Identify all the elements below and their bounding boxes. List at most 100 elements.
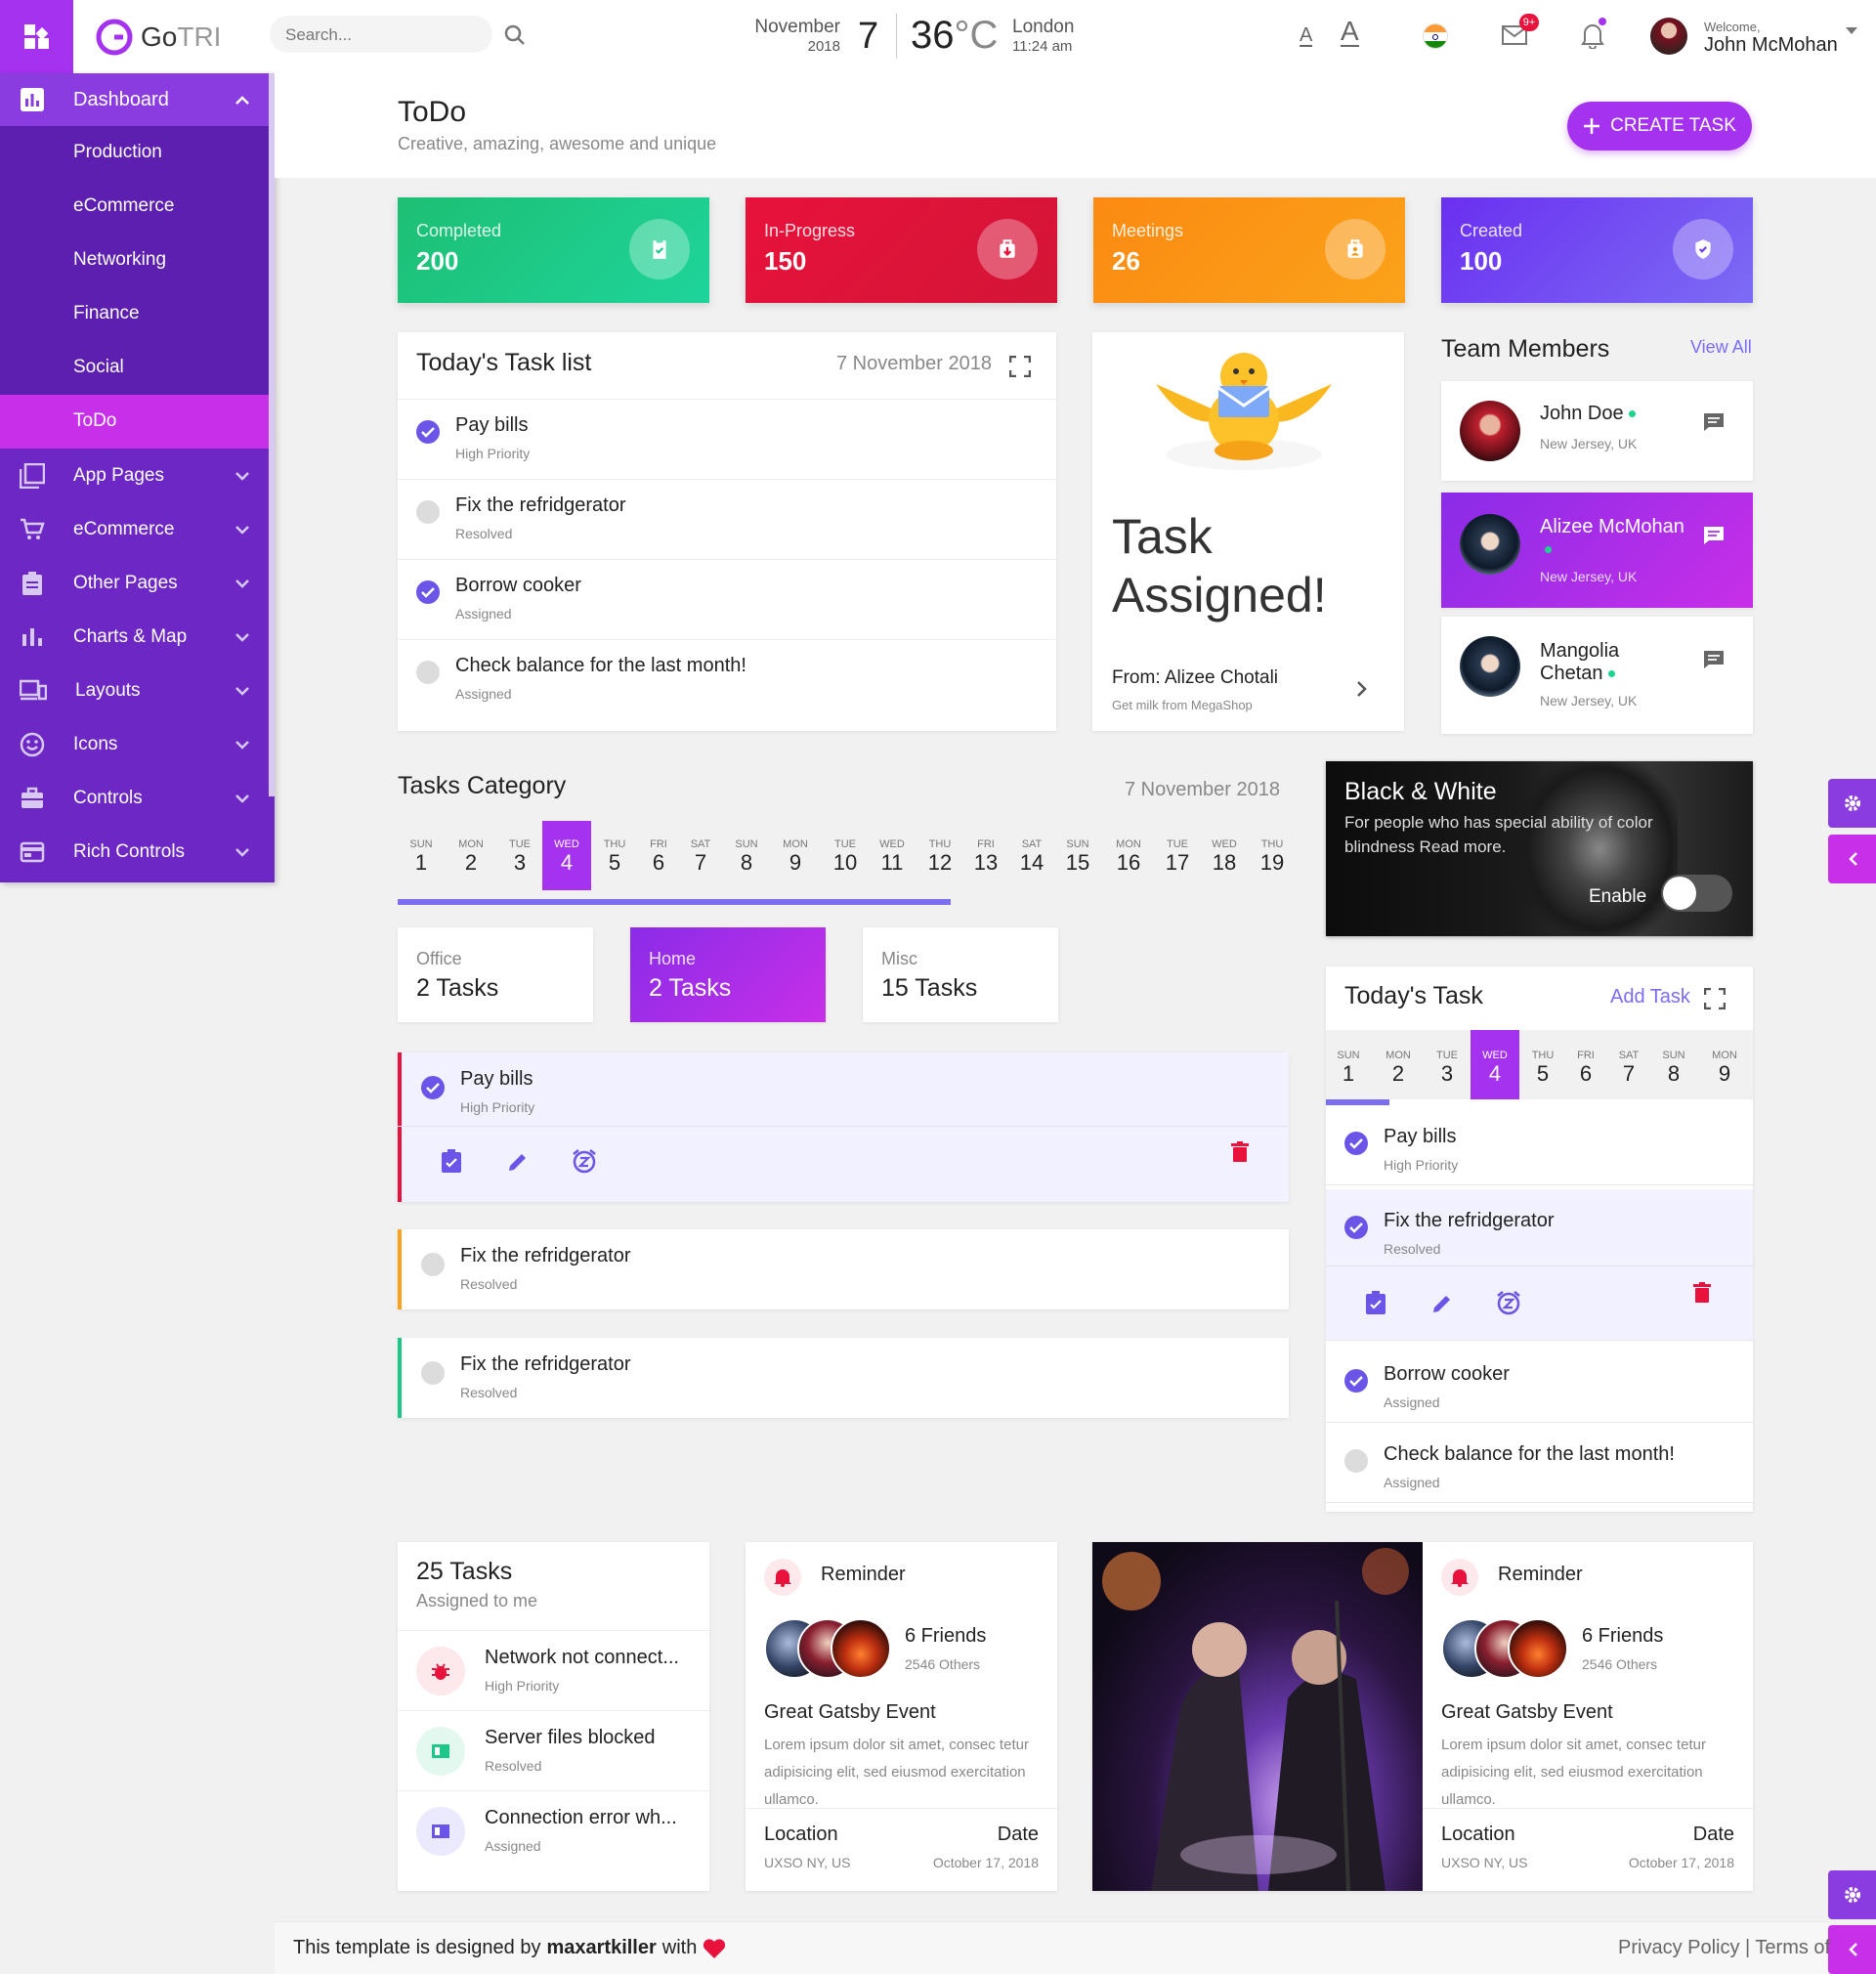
sidebar-subitem[interactable]: Networking [0,234,269,287]
calendar-day[interactable]: WED 4 [542,838,591,876]
fullscreen-icon[interactable] [1009,356,1031,377]
sidebar-scrollbar[interactable] [269,73,275,796]
sidebar-subitem[interactable]: ToDo [0,395,269,449]
alarm-snooze-icon[interactable] [572,1148,597,1174]
bw-toggle[interactable] [1661,875,1732,912]
calendar-day[interactable]: WED 11 [868,838,917,876]
font-large-button[interactable]: A [1341,18,1359,47]
stat-card-completed[interactable]: Completed 200 [398,197,709,303]
message-icon[interactable] [1703,412,1725,432]
category-tab[interactable]: Home 2 Tasks [630,927,826,1022]
calendar-day[interactable]: FRI 6 [1561,1050,1610,1087]
category-task-card[interactable]: Pay bills High Priority [398,1052,1289,1202]
check-circle-icon[interactable] [1344,1216,1368,1239]
empty-circle-icon[interactable] [421,1253,445,1276]
stat-card-created[interactable]: Created 100 [1441,197,1753,303]
sidebar-item-dashboard[interactable]: Dashboard [0,73,269,126]
collapse-float-button[interactable] [1828,835,1876,883]
pencil-icon[interactable] [1430,1292,1454,1315]
check-circle-icon[interactable] [1344,1369,1368,1393]
sidebar-menu-item[interactable]: Other Pages [0,556,269,610]
team-member-card[interactable]: Alizee McMohan New Jersey, UK [1441,493,1753,608]
calendar-day[interactable]: SUN 1 [397,838,446,876]
sidebar-subitem[interactable]: eCommerce [0,180,269,234]
assignment-icon[interactable] [440,1148,463,1174]
calendar-day[interactable]: THU 5 [1518,1050,1567,1087]
stat-card-meetings[interactable]: Meetings 26 [1093,197,1405,303]
my-task-item[interactable]: Server files blocked Resolved [398,1710,709,1790]
team-member-card[interactable]: John Doe New Jersey, UK [1441,381,1753,481]
flag-icon[interactable] [1423,23,1448,49]
my-task-item[interactable]: Connection error wh... Assigned [398,1790,709,1870]
calendar-day[interactable]: SUN 15 [1053,838,1102,876]
sidebar-menu-item[interactable]: eCommerce [0,502,269,556]
calendar-day[interactable]: WED 18 [1200,838,1249,876]
sidebar-menu-item[interactable]: Controls [0,771,269,825]
calendar-day[interactable]: SAT 7 [1604,1050,1653,1087]
sidebar-subitem[interactable]: Social [0,341,269,395]
add-task-link[interactable]: Add Task [1610,986,1690,1008]
sidebar-menu-item[interactable]: Layouts [0,664,269,717]
chevron-down-icon[interactable] [1846,27,1857,35]
search-icon[interactable] [503,23,527,47]
calendar-day[interactable]: MON 9 [1700,1050,1749,1087]
task-list-item[interactable]: Check balance for the last month! Assigne… [398,639,1056,719]
assignment-icon[interactable] [1364,1290,1387,1315]
sidebar-menu-item[interactable]: App Pages [0,449,269,502]
calendar-day[interactable]: SUN 8 [1649,1050,1698,1087]
check-circle-icon[interactable] [421,1076,445,1099]
fullscreen-icon[interactable] [1704,988,1726,1009]
user-menu[interactable]: Welcome, John McMohan [1704,20,1838,57]
category-task-card[interactable]: Fix the refridgerator Resolved [398,1338,1289,1418]
today-task-item[interactable]: Pay bills High Priority [1326,1105,1753,1185]
calendar-day[interactable]: TUE 3 [1423,1050,1471,1087]
create-task-button[interactable]: CREATE TASK [1567,102,1752,150]
apps-button[interactable] [0,0,73,73]
brand-logo[interactable]: GoTRI [96,19,221,56]
category-task-card[interactable]: Fix the refridgerator Resolved [398,1229,1289,1309]
calendar-day[interactable]: SUN 8 [722,838,771,876]
my-task-item[interactable]: Network not connect... High Priority [398,1630,709,1710]
view-all-link[interactable]: View All [1690,337,1752,358]
bell-icon[interactable] [1581,21,1604,49]
check-circle-icon[interactable] [416,580,440,604]
sidebar-subitem[interactable]: Production [0,126,269,180]
footer-links[interactable]: Privacy Policy | Terms of [1618,1937,1830,1959]
calendar-day[interactable]: SAT 14 [1007,838,1056,876]
trash-icon[interactable] [1231,1141,1249,1163]
today-task-item[interactable]: Fix the refridgerator Resolved [1326,1189,1753,1341]
collapse-float-button-bottom[interactable] [1828,1925,1876,1974]
calendar-day[interactable]: MON 16 [1104,838,1153,876]
calendar-day[interactable]: WED 4 [1471,1050,1519,1087]
task-list-item[interactable]: Pay bills High Priority [398,399,1056,479]
calendar-day[interactable]: TUE 3 [495,838,544,876]
calendar-day[interactable]: MON 2 [1374,1050,1423,1087]
footer-author[interactable]: maxartkiller [546,1937,656,1959]
calendar-day[interactable]: THU 5 [590,838,639,876]
trash-icon[interactable] [1693,1282,1711,1304]
check-circle-icon[interactable] [416,420,440,444]
calendar-day[interactable]: FRI 13 [961,838,1010,876]
pencil-icon[interactable] [506,1150,530,1174]
empty-circle-icon[interactable] [1344,1449,1368,1473]
calendar-day[interactable]: MON 9 [771,838,820,876]
calendar-day[interactable]: SAT 7 [676,838,725,876]
empty-circle-icon[interactable] [416,661,440,684]
calendar-day[interactable]: TUE 17 [1153,838,1202,876]
sidebar-menu-item[interactable]: Charts & Map [0,610,269,664]
calendar-day[interactable]: THU 19 [1248,838,1297,876]
today-task-item[interactable]: Check balance for the last month! Assigne… [1326,1423,1753,1503]
category-tab[interactable]: Office 2 Tasks [398,927,593,1022]
check-circle-icon[interactable] [1344,1132,1368,1155]
calendar-day[interactable]: THU 12 [916,838,964,876]
category-tab[interactable]: Misc 15 Tasks [863,927,1058,1022]
chevron-right-icon[interactable] [1356,680,1368,698]
today-task-item[interactable]: Borrow cooker Assigned [1326,1343,1753,1423]
message-icon[interactable] [1703,650,1725,669]
sidebar-subitem[interactable]: Finance [0,287,269,341]
calendar-day[interactable]: SUN 1 [1324,1050,1373,1087]
task-list-item[interactable]: Borrow cooker Assigned [398,559,1056,639]
font-small-button[interactable]: A [1300,25,1313,47]
user-avatar[interactable] [1650,18,1687,55]
settings-float-button-bottom[interactable] [1828,1870,1876,1919]
